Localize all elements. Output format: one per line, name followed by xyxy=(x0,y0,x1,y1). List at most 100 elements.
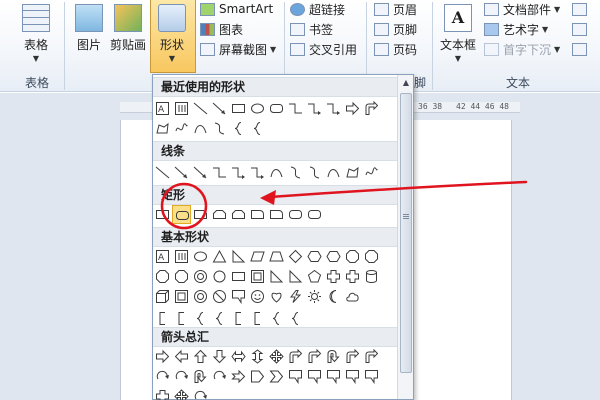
pagenum-button[interactable]: 页码 xyxy=(374,40,417,58)
shape-bracket[interactable] xyxy=(248,309,267,328)
shape-larrow[interactable] xyxy=(172,347,191,366)
shape-hexa[interactable] xyxy=(305,247,324,266)
shape-snip2[interactable] xyxy=(229,205,248,224)
shape-rarrow[interactable] xyxy=(153,347,172,366)
shape-octa[interactable] xyxy=(343,247,362,266)
shape-elbow[interactable] xyxy=(286,99,305,118)
shape-snip[interactable] xyxy=(191,205,210,224)
shape-para[interactable] xyxy=(248,247,267,266)
shape-octa[interactable] xyxy=(153,267,172,286)
shape-vtext[interactable] xyxy=(172,99,191,118)
shape-bentarrow[interactable] xyxy=(286,347,305,366)
shape-callout[interactable] xyxy=(229,287,248,306)
shape-darrow[interactable] xyxy=(210,347,229,366)
bookmark-button[interactable]: 书签 xyxy=(290,20,333,38)
hyperlink-button[interactable]: 超链接 xyxy=(290,0,345,18)
shape-callout[interactable] xyxy=(324,367,343,386)
shape-circarrow[interactable] xyxy=(172,367,191,386)
shape-scurve[interactable] xyxy=(286,163,305,182)
chart-button[interactable]: 图表 xyxy=(200,20,243,38)
shape-donut[interactable] xyxy=(191,287,210,306)
shape-round1[interactable] xyxy=(248,205,267,224)
shape-trap[interactable] xyxy=(267,247,286,266)
shape-elbowarrow[interactable] xyxy=(248,163,267,182)
wordart-button[interactable]: 艺术字 ▼ xyxy=(484,20,548,38)
shape-bracket[interactable] xyxy=(229,309,248,328)
shape-scribble[interactable] xyxy=(362,163,381,182)
shape-arrowline[interactable] xyxy=(172,163,191,182)
shape-rtri[interactable] xyxy=(286,267,305,286)
scrollbar-thumb[interactable] xyxy=(400,93,412,373)
shape-octa[interactable] xyxy=(172,267,191,286)
shape-quadarrow[interactable] xyxy=(267,347,286,366)
shape-smile[interactable] xyxy=(248,287,267,306)
shape-brace[interactable] xyxy=(267,309,286,328)
shape-brace[interactable] xyxy=(286,309,305,328)
shape-moon[interactable] xyxy=(324,287,343,306)
shape-bolt[interactable] xyxy=(286,287,305,306)
table-button[interactable]: 表格 ▼ xyxy=(22,4,50,63)
shape-line[interactable] xyxy=(191,99,210,118)
shape-elbowarrow[interactable] xyxy=(324,99,343,118)
shape-arrowline[interactable] xyxy=(191,163,210,182)
shape-rrect[interactable] xyxy=(305,205,324,224)
shape-brace[interactable] xyxy=(229,119,248,138)
shape-rect[interactable] xyxy=(153,205,172,224)
shape-snip2[interactable] xyxy=(210,205,229,224)
shape-rtri[interactable] xyxy=(229,247,248,266)
shape-freeform[interactable] xyxy=(153,119,172,138)
shape-noentry[interactable] xyxy=(210,287,229,306)
shape-callout[interactable] xyxy=(343,367,362,386)
shape-circarrow[interactable] xyxy=(153,367,172,386)
shape-octa[interactable] xyxy=(362,247,381,266)
shape-hexa[interactable] xyxy=(324,247,343,266)
shape-cross[interactable] xyxy=(324,267,343,286)
shape-bracket[interactable] xyxy=(153,309,172,328)
shape-textbox[interactable]: A xyxy=(153,247,172,266)
clipart-button[interactable]: 剪贴画 xyxy=(110,4,146,53)
shape-elbow[interactable] xyxy=(210,163,229,182)
header-button[interactable]: 页眉 xyxy=(374,0,417,18)
shape-heart[interactable] xyxy=(267,287,286,306)
shape-rarrow[interactable] xyxy=(343,99,362,118)
shape-sun[interactable] xyxy=(305,287,324,306)
shape-circle[interactable] xyxy=(210,267,229,286)
shape-callout[interactable] xyxy=(305,367,324,386)
shape-bracket[interactable] xyxy=(172,309,191,328)
shape-circarrow[interactable] xyxy=(210,367,229,386)
shape-curve[interactable] xyxy=(267,163,286,182)
shape-penta[interactable] xyxy=(305,267,324,286)
shape-chevron[interactable] xyxy=(267,367,286,386)
shape-donut[interactable] xyxy=(191,267,210,286)
docparts-button[interactable]: 文档部件 ▼ xyxy=(484,0,560,18)
shape-bentarrow[interactable] xyxy=(362,99,381,118)
shape-scurve[interactable] xyxy=(210,119,229,138)
shape-line[interactable] xyxy=(153,163,172,182)
datetime-button[interactable] xyxy=(572,20,591,38)
shape-callout[interactable] xyxy=(362,367,381,386)
shape-diamond[interactable] xyxy=(286,247,305,266)
shape-quadarrow[interactable] xyxy=(172,387,191,400)
shape-textbox[interactable]: A xyxy=(153,99,172,118)
shape-scribble[interactable] xyxy=(172,119,191,138)
picture-button[interactable]: 图片 xyxy=(75,4,103,53)
shape-bentarrow[interactable] xyxy=(343,347,362,366)
shape-tri[interactable] xyxy=(210,247,229,266)
object-button[interactable] xyxy=(572,40,591,58)
gallery-scrollbar[interactable]: ▲ xyxy=(397,75,413,399)
shape-freeform[interactable] xyxy=(343,163,362,182)
shape-rrect[interactable] xyxy=(286,205,305,224)
shape-curve[interactable] xyxy=(191,119,210,138)
shape-curve[interactable] xyxy=(324,163,343,182)
shape-bentarrow[interactable] xyxy=(362,347,381,366)
shape-lrarrow[interactable] xyxy=(229,347,248,366)
shape-brace[interactable] xyxy=(191,309,210,328)
shape-uturn[interactable] xyxy=(324,347,343,366)
rounded-rectangle-shape-selected[interactable] xyxy=(172,205,191,224)
shape-oval[interactable] xyxy=(191,247,210,266)
shape-circarrow[interactable] xyxy=(191,387,210,400)
shape-brace[interactable] xyxy=(210,309,229,328)
shape-cross[interactable] xyxy=(153,387,172,400)
dropcap-button[interactable]: 首字下沉 ▼ xyxy=(484,40,560,58)
shape-cross[interactable] xyxy=(343,267,362,286)
